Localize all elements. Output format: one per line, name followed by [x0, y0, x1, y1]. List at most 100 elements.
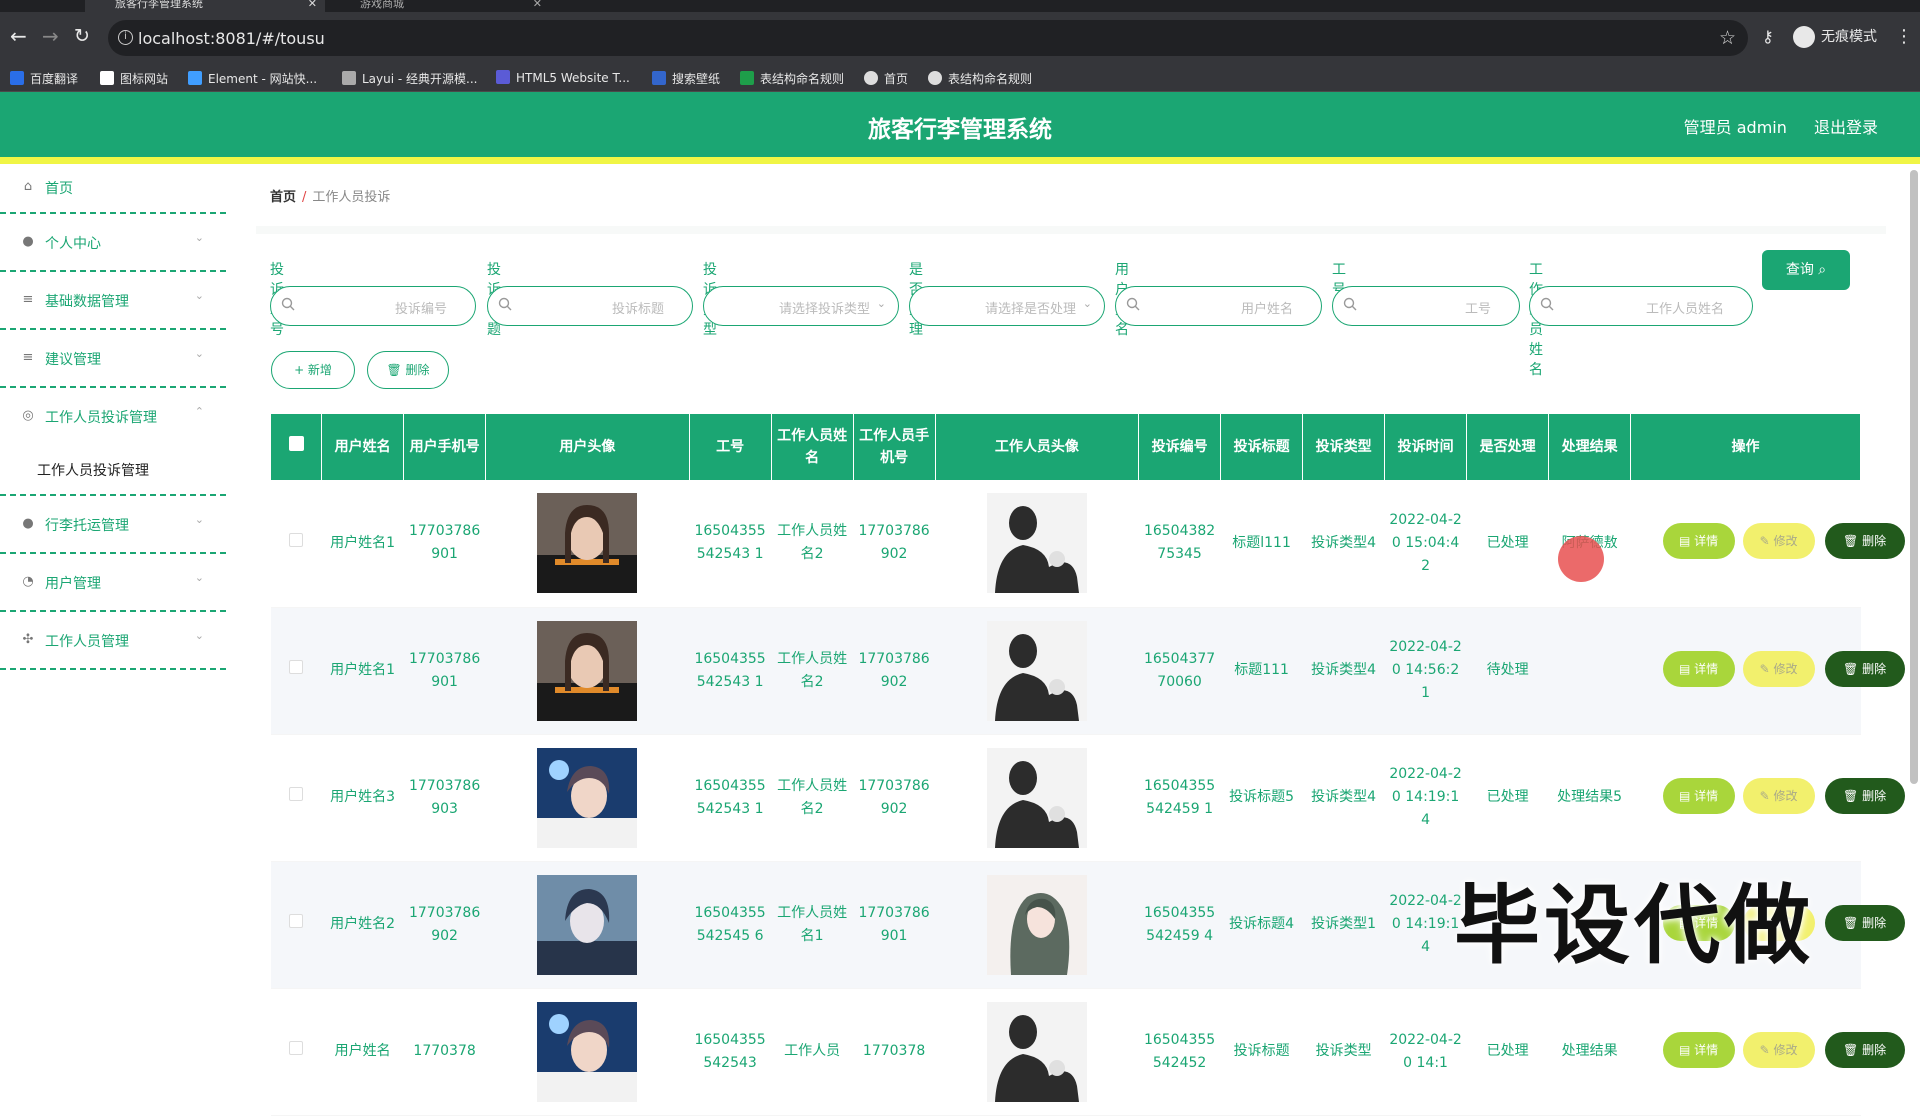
chevron-down-icon: ⌄: [1082, 297, 1092, 310]
cell-complaint-time: 2022-04-20 14:1: [1384, 988, 1467, 1116]
incognito-indicator[interactable]: 无痕模式: [1793, 26, 1877, 48]
bookmark-item[interactable]: 图标网站: [100, 70, 168, 87]
delete-label: 删除: [1862, 915, 1887, 930]
query-button[interactable]: 查询 ⌕: [1762, 250, 1850, 290]
bookmark-item[interactable]: HTML5 Website T...: [496, 70, 630, 85]
bookmark-item[interactable]: 百度翻译: [10, 70, 78, 87]
staff-name-input[interactable]: 工作人员姓名: [1529, 286, 1753, 326]
cell-staff-name: 工作人员姓名2: [771, 734, 854, 862]
detail-button[interactable]: ▤ 详情: [1662, 1031, 1735, 1068]
sidebar-item-users[interactable]: ◔ 用户管理 ⌄: [0, 554, 226, 612]
bookmark-star-icon[interactable]: ☆: [1719, 27, 1736, 49]
sidebar-item-suggestions[interactable]: ≡ 建议管理 ⌄: [0, 330, 226, 388]
delete-button[interactable]: 🗑 删除: [1824, 650, 1905, 687]
delete-button[interactable]: 🗑 删除: [1824, 1031, 1905, 1068]
sidebar-item-personal[interactable]: ● 个人中心 ⌄: [0, 214, 226, 272]
complaint-type-select[interactable]: 请选择投诉类型 ⌄: [703, 286, 899, 326]
search-icon: [1540, 297, 1554, 311]
detail-button[interactable]: ▤ 详情: [1662, 777, 1735, 814]
staff-avatar-image: [986, 874, 1087, 975]
column-header[interactable]: 是否处理: [1466, 414, 1550, 480]
sidebar-subitem-complaints[interactable]: 工作人员投诉管理: [0, 446, 226, 496]
info-icon[interactable]: i: [118, 30, 133, 45]
detail-button[interactable]: ▤ 详情: [1662, 523, 1735, 560]
menu-icon: ≡: [22, 350, 34, 365]
breadcrumb-home[interactable]: 首页: [270, 190, 296, 205]
browser-tab-active[interactable]: 旅客行李管理系统 ✕: [85, 0, 325, 12]
row-checkbox[interactable]: [289, 914, 304, 928]
sidebar-item-label: 行李托运管理: [45, 518, 129, 534]
column-header[interactable]: 用户手机号: [403, 414, 487, 480]
cell-user-name: 用户姓名1: [321, 480, 404, 608]
bookmark-item[interactable]: 首页: [864, 70, 908, 87]
complaint-code-input[interactable]: 投诉编号: [270, 286, 476, 326]
detail-button[interactable]: ▤ 详情: [1662, 650, 1735, 687]
delete-button[interactable]: 🗑 删除: [1824, 777, 1905, 814]
browser-tab-inactive[interactable]: 游戏商城 ✕: [330, 0, 550, 12]
cell-complaint-code: 16504355542452: [1138, 988, 1221, 1116]
select-placeholder: 请选择投诉类型: [778, 302, 870, 317]
bookmark-item[interactable]: 搜索壁纸: [652, 70, 720, 87]
bookmark-item[interactable]: 表结构命名规则: [928, 70, 1032, 87]
column-header[interactable]: 投诉类型: [1302, 414, 1386, 480]
sidebar-item-basic-data[interactable]: ≡ 基础数据管理 ⌄: [0, 272, 226, 330]
edit-button[interactable]: ✎ 修改: [1742, 523, 1815, 560]
complaint-title-input[interactable]: 投诉标题: [487, 286, 693, 326]
close-icon[interactable]: ✕: [308, 0, 317, 9]
bookmark-item[interactable]: Element - 网站快...: [188, 70, 317, 87]
cell-complaint-code: 1650437770060: [1138, 607, 1221, 735]
sidebar-item-complaints[interactable]: ◎ 工作人员投诉管理 ⌃: [0, 388, 226, 446]
cell-complaint-code: 16504355542459 4: [1138, 861, 1221, 989]
key-icon[interactable]: ⚷: [1762, 27, 1774, 46]
close-icon[interactable]: ✕: [533, 0, 542, 9]
bookmark-label: 表结构命名规则: [760, 72, 845, 86]
cell-user-name: 用户姓名: [321, 988, 404, 1116]
edit-button[interactable]: ✎ 修改: [1742, 650, 1815, 687]
menu-icon[interactable]: ⋮: [1895, 26, 1913, 47]
sidebar-item-baggage[interactable]: ● 行李托运管理 ⌄: [0, 496, 226, 554]
delete-label: 删除: [1862, 788, 1887, 803]
edit-button[interactable]: ✎ 修改: [1742, 777, 1815, 814]
column-header[interactable]: 投诉编号: [1138, 414, 1222, 480]
column-header[interactable]: 工号: [689, 414, 772, 480]
handled-select[interactable]: 请选择是否处理 ⌄: [909, 286, 1105, 326]
page-scrollbar[interactable]: [1910, 170, 1918, 784]
cell-user-avatar: [485, 734, 690, 862]
batch-delete-button[interactable]: 🗑 删除: [367, 351, 449, 389]
add-button[interactable]: + 新增: [271, 351, 355, 389]
row-checkbox[interactable]: [289, 660, 304, 674]
bookmark-label: 搜索壁纸: [672, 72, 721, 86]
delete-button[interactable]: 🗑 删除: [1824, 904, 1905, 941]
url-field[interactable]: i localhost:8081/#/tousu ☆: [108, 20, 1748, 56]
sidebar-item-label: 首页: [45, 181, 73, 197]
staff-avatar-image: [986, 747, 1087, 848]
edit-button[interactable]: ✎ 修改: [1742, 1031, 1815, 1068]
column-header[interactable]: 用户头像: [485, 414, 690, 480]
delete-button[interactable]: 🗑 删除: [1824, 523, 1905, 560]
user-avatar-image: [537, 747, 638, 848]
filter-handled: 是否处理 请选择是否处理⌄: [909, 259, 1105, 339]
sidebar-item-staff[interactable]: ✣ 工作人员管理 ⌄: [0, 612, 226, 670]
column-header[interactable]: 处理结果: [1548, 414, 1632, 480]
logout-link[interactable]: 退出登录: [1814, 118, 1878, 137]
user-name-input[interactable]: 用户姓名: [1115, 286, 1322, 326]
column-header[interactable]: 工作人员头像: [935, 414, 1140, 480]
select-all-checkbox[interactable]: [288, 436, 304, 451]
forward-icon[interactable]: →: [42, 26, 59, 46]
back-icon[interactable]: ←: [10, 26, 27, 46]
column-header[interactable]: 投诉时间: [1384, 414, 1468, 480]
column-header[interactable]: 工作人员手机号: [853, 414, 936, 480]
reload-icon[interactable]: ↻: [74, 26, 90, 46]
row-checkbox[interactable]: [289, 532, 304, 547]
column-header[interactable]: 工作人员姓名: [771, 414, 854, 480]
sidebar-item-home[interactable]: ⌂ 首页: [0, 164, 226, 214]
job-number-input[interactable]: 工号: [1332, 286, 1520, 326]
cell-staff-avatar: [935, 988, 1139, 1116]
row-checkbox[interactable]: [289, 787, 304, 801]
column-header[interactable]: 投诉标题: [1220, 414, 1304, 480]
row-checkbox[interactable]: [289, 1041, 304, 1055]
bookmark-item[interactable]: 表结构命名规则: [740, 70, 844, 87]
search-icon: [1343, 297, 1357, 311]
bookmark-item[interactable]: Layui - 经典开源模...: [342, 70, 477, 87]
column-header[interactable]: 用户姓名: [321, 414, 405, 480]
